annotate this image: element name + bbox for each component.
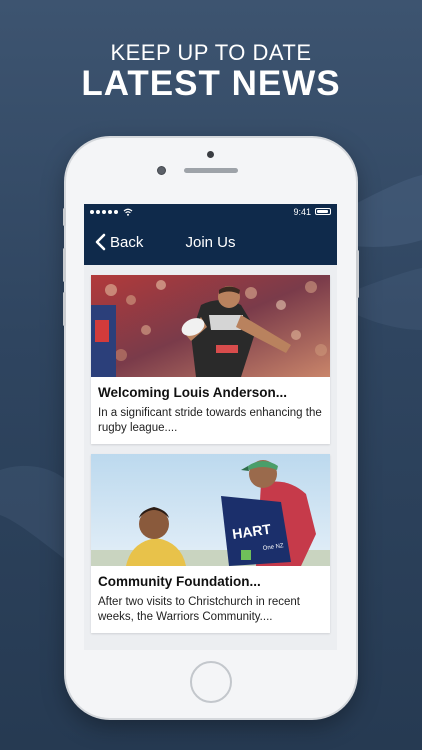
battery-icon bbox=[315, 208, 331, 215]
article-title: Community Foundation... bbox=[98, 574, 261, 589]
camera-dot bbox=[207, 151, 214, 158]
promo-subheadline: KEEP UP TO DATE bbox=[110, 40, 312, 65]
phone-frame: 9:41 Back Join Us Welcoming Louis Anders… bbox=[63, 138, 359, 718]
news-card[interactable]: HART One NZ Community Foundation... Afte… bbox=[91, 454, 330, 633]
news-feed: Welcoming Louis Anderson... In a signifi… bbox=[84, 265, 337, 633]
community-training-photo: HART One NZ bbox=[91, 454, 330, 566]
signal-icon bbox=[90, 208, 133, 216]
status-bar: 9:41 bbox=[84, 204, 337, 219]
app-screen: 9:41 Back Join Us Welcoming Louis Anders… bbox=[84, 204, 337, 650]
volume-up-button bbox=[63, 248, 66, 282]
article-excerpt: After two visits to Christchurch in rece… bbox=[98, 596, 300, 623]
home-button[interactable] bbox=[190, 661, 232, 703]
earpiece-speaker bbox=[184, 168, 238, 173]
volume-down-button bbox=[63, 292, 66, 326]
silent-switch bbox=[63, 208, 66, 226]
article-title: Welcoming Louis Anderson... bbox=[98, 385, 288, 400]
rugby-player-photo bbox=[91, 275, 330, 377]
news-card[interactable]: Welcoming Louis Anderson... In a signifi… bbox=[91, 275, 330, 444]
page-title: Join Us bbox=[185, 233, 236, 251]
status-time: 9:41 bbox=[293, 206, 311, 217]
power-button bbox=[356, 250, 359, 298]
front-camera bbox=[157, 166, 166, 175]
navigation-bar: Back Join Us bbox=[84, 219, 337, 265]
wifi-icon bbox=[123, 208, 133, 216]
article-excerpt: In a significant stride towards enhancin… bbox=[98, 407, 322, 434]
promo-headline: LATEST NEWS bbox=[81, 64, 341, 103]
